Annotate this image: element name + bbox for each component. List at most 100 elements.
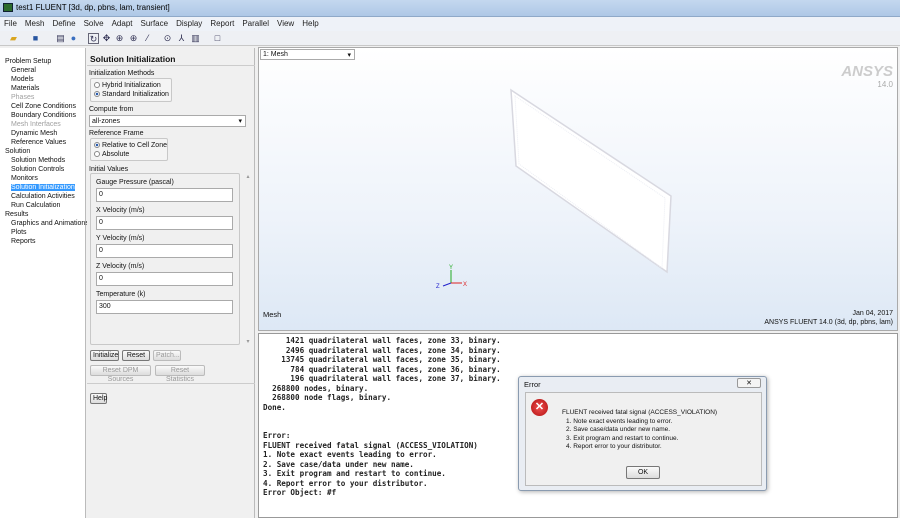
layout-icon[interactable]: ▥ xyxy=(190,33,201,44)
tree-item-label: Calculation Activities xyxy=(11,193,75,200)
menu-file[interactable]: File xyxy=(0,17,21,28)
tree-item-label: Mesh Interfaces xyxy=(11,121,61,128)
tree-item-monitors[interactable]: Monitors xyxy=(0,174,85,183)
tree-item-run-calculation[interactable]: Run Calculation xyxy=(0,201,85,210)
dialog-title: Error xyxy=(524,380,541,389)
ok-button[interactable]: OK xyxy=(626,466,660,479)
menu-help[interactable]: Help xyxy=(298,17,322,28)
axes-triad-icon xyxy=(442,270,462,287)
date-label: Jan 04, 2017 xyxy=(852,310,893,317)
tree-item-plots[interactable]: Plots xyxy=(0,228,85,237)
compute-from-label: Compute from xyxy=(89,106,134,113)
tree-item-mesh-interfaces[interactable]: Mesh Interfaces xyxy=(0,120,85,129)
standard-init-radio[interactable]: Standard Initialization xyxy=(94,91,169,98)
zoom-in-icon[interactable]: ⊕ xyxy=(128,33,139,44)
tree-item-graphics-and-animations[interactable]: Graphics and Animations xyxy=(0,219,89,228)
menu-display[interactable]: Display xyxy=(172,17,206,28)
open-folder-icon[interactable]: ▰ xyxy=(8,33,19,44)
field-input[interactable]: 0 xyxy=(96,188,233,202)
tree-item-reports[interactable]: Reports xyxy=(0,237,85,246)
menu-report[interactable]: Report xyxy=(206,17,238,28)
tree-item-label: Solution Controls xyxy=(11,166,65,173)
error-line: 3. Exit program and restart to continue. xyxy=(566,434,679,442)
tree-item-solution-methods[interactable]: Solution Methods xyxy=(0,156,85,165)
field-input[interactable]: 0 xyxy=(96,216,233,230)
tree-item-solution-controls[interactable]: Solution Controls xyxy=(0,165,85,174)
menu-solve[interactable]: Solve xyxy=(80,17,108,28)
tree-item-reference-values[interactable]: Reference Values xyxy=(0,138,85,147)
console-line: 2496 quadrilateral wall faces, zone 34, … xyxy=(263,345,501,355)
pan-icon[interactable]: ✥ xyxy=(101,33,112,44)
console-line: 784 quadrilateral wall faces, zone 36, b… xyxy=(263,364,501,374)
menu-surface[interactable]: Surface xyxy=(137,17,173,28)
tree-item-label: Graphics and Animations xyxy=(11,220,89,227)
help-icon[interactable]: ● xyxy=(68,33,79,44)
rotate-icon[interactable]: ↻ xyxy=(88,33,99,44)
initialize-button[interactable]: Initialize xyxy=(90,350,119,361)
tree-item-label: Dynamic Mesh xyxy=(11,130,58,137)
relative-radio[interactable]: Relative to Cell Zone xyxy=(94,142,167,149)
initial-values-group: Gauge Pressure (pascal) 0 X Velocity (m/s)… xyxy=(90,173,240,345)
field-label: Gauge Pressure (pascal) xyxy=(96,179,174,186)
initial-values-label: Initial Values xyxy=(89,166,129,173)
error-icon: ✕ xyxy=(531,399,548,416)
close-icon: ✕ xyxy=(746,380,752,387)
probe-icon[interactable]: ⁄ xyxy=(142,33,153,44)
field-input[interactable]: 300 xyxy=(96,300,233,314)
field-input[interactable]: 0 xyxy=(96,244,233,258)
tree-item-calculation-activities[interactable]: Calculation Activities xyxy=(0,192,85,201)
absolute-radio[interactable]: Absolute xyxy=(94,151,129,158)
console-line: 1421 quadrilateral wall faces, zone 33, … xyxy=(263,336,501,345)
print-icon[interactable]: ▤ xyxy=(55,33,66,44)
zoom-icon[interactable]: ⊕ xyxy=(114,33,125,44)
help-button[interactable]: Help xyxy=(90,393,107,404)
save-icon[interactable]: ■ xyxy=(30,33,41,44)
graphics-window[interactable]: 1: Mesh ▾ ANSYS 14.0 Y X Z Mesh Jan 04, 2… xyxy=(258,47,898,331)
patch-button[interactable]: Patch... xyxy=(153,350,181,361)
error-line: 2. Save case/data under new name. xyxy=(566,426,671,433)
menu-define[interactable]: Define xyxy=(48,17,79,28)
menu-parallel[interactable]: Parallel xyxy=(238,17,273,28)
mesh-plate xyxy=(510,88,672,274)
tree-item-dynamic-mesh[interactable]: Dynamic Mesh xyxy=(0,129,85,138)
tree-item-label: Run Calculation xyxy=(11,202,61,209)
tree-item-general[interactable]: General xyxy=(0,66,85,75)
tree-item-results[interactable]: Results xyxy=(0,210,85,219)
reset-statistics-button[interactable]: Reset Statistics xyxy=(155,365,205,383)
tree-item-label: Solution xyxy=(5,148,31,155)
tree-item-models[interactable]: Models xyxy=(0,75,85,84)
hybrid-init-radio[interactable]: Hybrid Initialization xyxy=(94,82,161,89)
divider xyxy=(87,383,255,384)
tree-item-label: General xyxy=(11,67,36,74)
fit-zoom-icon[interactable]: ⊙ xyxy=(162,33,173,44)
axes-icon[interactable]: ⅄ xyxy=(176,33,187,44)
scrollbar[interactable]: ▴ ▾ xyxy=(244,173,252,345)
menu-adapt[interactable]: Adapt xyxy=(108,17,137,28)
tree-item-solution-initialization[interactable]: Solution Initialization xyxy=(0,183,85,192)
tree-item-phases[interactable]: Phases xyxy=(0,93,85,102)
field-label: X Velocity (m/s) xyxy=(96,207,145,214)
reset-button[interactable]: Reset xyxy=(122,350,150,361)
toolbar: ▰ ■ ▤ ● ↻ ✥ ⊕ ⊕ ⁄ ⊙ ⅄ ▥ □ xyxy=(0,31,900,46)
view-label: Mesh xyxy=(263,310,282,319)
tree-item-solution[interactable]: Solution xyxy=(0,147,85,156)
menu-view[interactable]: View xyxy=(273,17,298,28)
field-input[interactable]: 0 xyxy=(96,272,233,286)
reference-frame-group: Relative to Cell Zone Absolute xyxy=(90,138,168,161)
reset-dpm-sources-button[interactable]: Reset DPM Sources xyxy=(90,365,151,383)
tree-item-boundary-conditions[interactable]: Boundary Conditions xyxy=(0,111,85,120)
close-button[interactable]: ✕ xyxy=(737,378,761,388)
tree-item-materials[interactable]: Materials xyxy=(0,84,85,93)
error-line: 1. Note exact events leading to error. xyxy=(566,417,673,425)
error-line: 4. Report error to your distributor. xyxy=(566,443,662,450)
error-dialog: Error ✕ ✕ FLUENT received fatal signal (… xyxy=(518,376,767,491)
tree-item-label: Reports xyxy=(11,238,36,245)
tree-item-cell-zone-conditions[interactable]: Cell Zone Conditions xyxy=(0,102,85,111)
tree-item-label: Plots xyxy=(11,229,27,236)
window-title: test1 FLUENT [3d, dp, pbns, lam, transie… xyxy=(16,3,170,12)
window-icon[interactable]: □ xyxy=(212,33,223,44)
compute-from-select[interactable]: all-zones ▾ xyxy=(89,115,246,127)
solution-initialization-panel: Solution Initialization Initialization M… xyxy=(87,48,255,518)
menu-mesh[interactable]: Mesh xyxy=(21,17,49,28)
tree-item-problem-setup[interactable]: Problem Setup xyxy=(0,57,85,66)
